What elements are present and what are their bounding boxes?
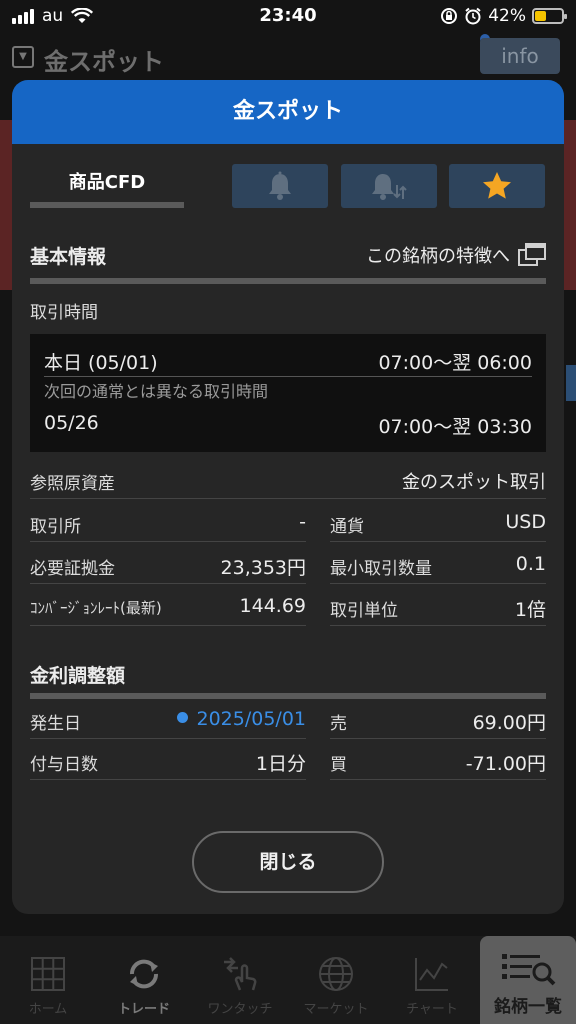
accrual-date: 2025/05/01 bbox=[177, 708, 306, 730]
tab-market-label: マーケット bbox=[303, 1002, 369, 1017]
row-divider bbox=[30, 541, 306, 542]
today-hours: 07:00～翌 06:00 bbox=[378, 352, 532, 374]
reference-asset-value: 金のスポット取引 bbox=[402, 472, 546, 493]
reference-asset-label: 参照原資産 bbox=[30, 474, 115, 494]
category-tab[interactable]: 商品CFD bbox=[30, 164, 184, 208]
bottom-tab-bar: ホーム トレード ワンタッチ マーケット チャート 銘柄一覧 bbox=[0, 936, 576, 1024]
line-chart-icon bbox=[415, 958, 448, 991]
row-divider bbox=[330, 779, 546, 780]
exchange-value: - bbox=[299, 511, 306, 533]
row-divider bbox=[30, 779, 306, 780]
row-divider bbox=[330, 625, 546, 626]
background-title: 金スポット bbox=[44, 48, 164, 76]
sell-label: 売 bbox=[330, 714, 347, 734]
refresh-arrows-icon bbox=[129, 959, 159, 989]
symbol-info-modal: 金スポット 商品CFD 基本情報 この銘柄の特徴へ 取引時間 本日 (05/01… bbox=[12, 80, 564, 914]
tab-one-touch-label: ワンタッチ bbox=[207, 1002, 273, 1017]
bell-icon bbox=[269, 171, 291, 200]
row-divider bbox=[330, 541, 546, 542]
exchange-label: 取引所 bbox=[30, 517, 81, 537]
today-label: 本日 (05/01) bbox=[44, 352, 158, 374]
trading-hours-label: 取引時間 bbox=[30, 303, 98, 323]
alarm-icon bbox=[465, 7, 481, 25]
next-date: 05/26 bbox=[44, 412, 99, 434]
tab-chart-label: チャート bbox=[406, 1002, 458, 1017]
buy-label: 買 bbox=[330, 755, 347, 775]
granted-days-value: 1日分 bbox=[255, 753, 306, 775]
background-button-right bbox=[566, 365, 576, 401]
globe-icon bbox=[319, 957, 353, 991]
row-divider bbox=[330, 583, 546, 584]
list-search-icon bbox=[502, 954, 556, 986]
trading-hours-box: 本日 (05/01) 07:00～翌 06:00 次回の通常とは異なる取引時間 … bbox=[30, 334, 546, 452]
external-window-icon bbox=[518, 243, 546, 266]
currency-value: USD bbox=[505, 511, 546, 533]
tab-symbol-list-label: 銘柄一覧 bbox=[494, 997, 562, 1017]
bell-arrows-icon bbox=[372, 174, 407, 200]
background-header: ▼ 金スポット info bbox=[0, 34, 576, 80]
trade-unit-label: 取引単位 bbox=[330, 601, 398, 621]
hours-divider bbox=[44, 376, 532, 377]
conversion-rate-value: 144.69 bbox=[239, 595, 306, 617]
row-divider bbox=[30, 738, 306, 739]
tab-market[interactable]: マーケット bbox=[288, 936, 384, 1024]
tab-chart[interactable]: チャート bbox=[384, 936, 480, 1024]
conversion-rate-label: ｺﾝﾊﾞｰｼﾞｮﾝﾚｰﾄ(最新) bbox=[30, 599, 162, 617]
status-bar: au 23:40 42% bbox=[0, 0, 576, 34]
background-panel-left bbox=[0, 120, 12, 290]
tab-home-label: ホーム bbox=[28, 1002, 68, 1017]
next-hours: 07:00～翌 03:30 bbox=[378, 416, 532, 438]
row-divider bbox=[330, 738, 546, 739]
min-qty-value: 0.1 bbox=[515, 553, 546, 575]
section-divider bbox=[30, 693, 546, 699]
margin-label: 必要証拠金 bbox=[30, 559, 115, 579]
tab-trade-label: トレード bbox=[117, 1002, 170, 1017]
battery-icon bbox=[532, 8, 567, 24]
row-divider bbox=[30, 498, 546, 499]
accrual-date-value: 2025/05/01 bbox=[196, 708, 306, 730]
modal-title: 金スポット bbox=[12, 80, 564, 144]
background-panel-right bbox=[564, 120, 576, 290]
min-qty-label: 最小取引数量 bbox=[330, 559, 432, 579]
currency-label: 通貨 bbox=[330, 517, 364, 537]
buy-value: -71.00円 bbox=[465, 753, 546, 775]
alert-button[interactable] bbox=[232, 164, 328, 208]
grid-icon bbox=[31, 957, 65, 991]
favorite-button[interactable] bbox=[449, 164, 545, 208]
info-button: info bbox=[480, 38, 560, 74]
margin-value: 23,353円 bbox=[220, 557, 306, 579]
feature-link[interactable]: この銘柄の特徴へ bbox=[366, 242, 546, 268]
section-divider bbox=[30, 278, 546, 284]
date-dot-icon bbox=[177, 712, 189, 723]
dropdown-icon: ▼ bbox=[12, 46, 34, 68]
row-divider bbox=[30, 583, 306, 584]
status-right: 42% bbox=[440, 6, 567, 26]
feature-link-label: この銘柄の特徴へ bbox=[366, 246, 510, 267]
tab-symbol-list[interactable]: 銘柄一覧 bbox=[480, 936, 576, 1024]
rotation-lock-icon bbox=[441, 8, 458, 24]
interest-title: 金利調整額 bbox=[30, 665, 126, 687]
action-row: 商品CFD bbox=[12, 164, 564, 208]
close-button[interactable]: 閉じる bbox=[192, 831, 384, 893]
row-divider bbox=[30, 625, 306, 626]
basic-info-title: 基本情報 bbox=[30, 246, 107, 268]
sell-value: 69.00円 bbox=[472, 712, 546, 734]
tab-one-touch[interactable]: ワンタッチ bbox=[192, 936, 288, 1024]
price-alert-button[interactable] bbox=[341, 164, 437, 208]
granted-days-label: 付与日数 bbox=[30, 755, 98, 775]
trade-unit-value: 1倍 bbox=[514, 599, 546, 621]
battery-percent: 42% bbox=[488, 6, 526, 26]
tap-hand-icon bbox=[224, 957, 257, 991]
tab-trade[interactable]: トレード bbox=[96, 936, 192, 1024]
star-icon bbox=[483, 172, 511, 199]
tab-home[interactable]: ホーム bbox=[0, 936, 96, 1024]
next-schedule-label: 次回の通常とは異なる取引時間 bbox=[44, 382, 269, 401]
accrual-date-label: 発生日 bbox=[30, 714, 81, 734]
